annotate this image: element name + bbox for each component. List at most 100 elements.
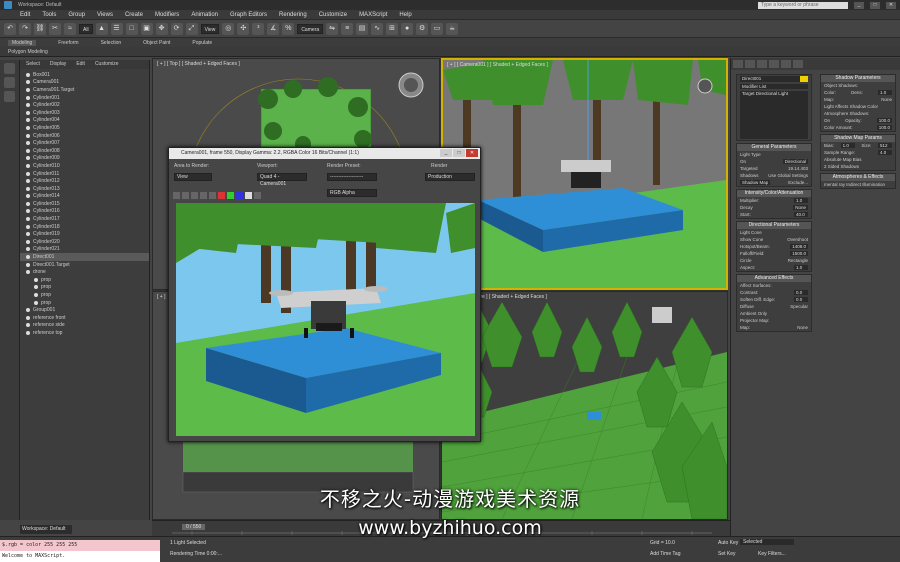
manipulate-icon[interactable]: ✣ — [237, 22, 250, 35]
key-filters-button[interactable]: Key Filters... — [758, 551, 786, 557]
scene-object-item[interactable]: Cylinder008 — [20, 147, 149, 155]
exclude-button[interactable]: Exclude... — [788, 180, 808, 185]
scene-object-item[interactable]: Cylinder018 — [20, 223, 149, 231]
scene-object-item[interactable]: Cylinder014 — [20, 193, 149, 201]
advanced-effects-title[interactable]: Advanced Effects — [737, 275, 811, 282]
menu-graph-editors[interactable]: Graph Editors — [230, 12, 267, 18]
opacity-spinner[interactable]: 100.0 — [876, 118, 892, 123]
map-checkbox[interactable]: Map: — [740, 325, 750, 330]
snaps-icon[interactable]: ³ — [252, 22, 265, 35]
scene-object-item[interactable]: prop — [20, 284, 149, 292]
scene-object-item[interactable]: Box001 — [20, 71, 149, 79]
visibility-icon[interactable] — [26, 239, 30, 244]
pivot-icon[interactable]: ◎ — [222, 22, 235, 35]
scene-object-item[interactable]: Cylinder004 — [20, 117, 149, 125]
se-menu-select[interactable]: Select — [26, 60, 40, 69]
tab-modeling[interactable]: Modeling — [8, 39, 37, 46]
viewport-camera[interactable]: [ + ] [ Camera001 ] [ Shaded + Edged Fac… — [441, 58, 728, 290]
undo-icon[interactable]: ↶ — [4, 22, 16, 35]
visibility-icon[interactable] — [26, 201, 30, 206]
aspect-spinner[interactable]: 1.0 — [794, 265, 808, 270]
atmosphere-effect-item[interactable]: mental ray Indirect Illumination — [824, 182, 885, 187]
multiplier-spinner[interactable]: 1.0 — [794, 198, 808, 203]
scene-object-item[interactable]: Cylinder002 — [20, 101, 149, 109]
scene-object-item[interactable]: reference side — [20, 322, 149, 330]
add-time-tag-button[interactable]: Add Time Tag — [650, 551, 680, 557]
utilities-tab-icon[interactable] — [793, 60, 803, 68]
show-cone-checkbox[interactable]: Show Cone — [740, 237, 763, 242]
decay-type-dropdown[interactable]: None — [793, 205, 808, 210]
scene-object-item[interactable]: Group001 — [20, 306, 149, 314]
scene-object-item[interactable]: Cylinder012 — [20, 177, 149, 185]
redo-icon[interactable]: ↷ — [19, 22, 31, 35]
rendered-frame-icon[interactable]: ▭ — [431, 22, 444, 35]
select-object-icon[interactable]: ▲ — [95, 22, 108, 35]
viewport-left-label[interactable]: [ + ] — [157, 294, 165, 300]
visibility-icon[interactable] — [26, 103, 30, 108]
atmospheres-title[interactable]: Atmospheres & Effects — [821, 174, 895, 181]
menu-edit[interactable]: Edit — [20, 12, 30, 18]
alpha-channel-icon[interactable] — [245, 192, 252, 199]
viewport-camera-label[interactable]: [ + ] [ Camera001 ] [ Shaded + Edged Fac… — [447, 62, 548, 68]
scene-object-item[interactable]: Direct001 — [20, 253, 149, 261]
menu-maxscript[interactable]: MAXScript — [359, 12, 387, 18]
contrast-spinner[interactable]: 0.0 — [794, 290, 808, 295]
visibility-icon[interactable] — [26, 179, 30, 184]
visibility-icon[interactable] — [26, 330, 30, 335]
light-affects-shadow-checkbox[interactable]: Light Affects Shadow Color — [824, 104, 878, 109]
scale-icon[interactable]: ⤢ — [185, 22, 198, 35]
scene-object-item[interactable]: Cylinder006 — [20, 132, 149, 140]
scene-object-item[interactable]: prop — [20, 299, 149, 307]
clear-icon[interactable] — [209, 192, 216, 199]
modifier-list-dropdown[interactable]: Modifier List — [740, 84, 808, 89]
render-mode-dropdown[interactable]: Production — [425, 173, 475, 181]
menu-animation[interactable]: Animation — [191, 12, 218, 18]
visibility-icon[interactable] — [26, 156, 30, 161]
visibility-icon[interactable] — [26, 224, 30, 229]
render-setup-icon[interactable]: ⚙ — [416, 22, 429, 35]
soften-spinner[interactable]: 0.0 — [794, 297, 808, 302]
visibility-icon[interactable] — [26, 72, 30, 77]
shadow-map-none-button[interactable]: None — [881, 97, 892, 102]
rf-close-button[interactable]: ✕ — [466, 149, 478, 157]
modify-tab-icon[interactable] — [745, 60, 755, 68]
scene-explorer-toggle-icon[interactable] — [4, 63, 15, 74]
motion-tab-icon[interactable] — [769, 60, 779, 68]
auto-key-button[interactable]: Auto Key — [718, 540, 738, 546]
targeted-checkbox[interactable]: Targeted — [740, 166, 758, 171]
visibility-icon[interactable] — [26, 95, 30, 100]
scene-object-item[interactable]: Cylinder003 — [20, 109, 149, 117]
app-logo-icon[interactable] — [4, 1, 12, 9]
visibility-icon[interactable] — [34, 277, 38, 282]
scene-object-item[interactable]: Cylinder010 — [20, 162, 149, 170]
scene-object-item[interactable]: reference front — [20, 314, 149, 322]
visibility-icon[interactable] — [26, 323, 30, 328]
clone-window-icon[interactable] — [191, 192, 198, 199]
maxscript-input-line[interactable]: Welcome to MAXScript. — [0, 551, 160, 562]
scene-object-item[interactable]: Cylinder021 — [20, 246, 149, 254]
reference-coord-dropdown[interactable]: View — [200, 23, 220, 34]
scene-object-item[interactable]: Cylinder019 — [20, 230, 149, 238]
ambient-only-checkbox[interactable]: Ambient Only — [740, 311, 767, 316]
menu-views[interactable]: Views — [97, 12, 113, 18]
directional-parameters-title[interactable]: Directional Parameters — [737, 222, 811, 229]
se-menu-display[interactable]: Display — [50, 60, 66, 69]
print-icon[interactable] — [200, 192, 207, 199]
absolute-bias-checkbox[interactable]: Absolute Map Bias — [824, 157, 862, 162]
visibility-icon[interactable] — [26, 148, 30, 153]
intensity-title[interactable]: Intensity/Color/Attenuation — [737, 190, 811, 197]
rf-minimize-button[interactable]: _ — [440, 149, 452, 157]
green-channel-icon[interactable] — [227, 192, 234, 199]
layer-icon[interactable]: ▤ — [356, 22, 369, 35]
scene-object-item[interactable]: Cylinder013 — [20, 185, 149, 193]
menu-group[interactable]: Group — [68, 12, 85, 18]
scene-object-item[interactable]: Cylinder015 — [20, 200, 149, 208]
move-icon[interactable]: ✥ — [155, 22, 168, 35]
scene-object-item[interactable]: Cylinder005 — [20, 124, 149, 132]
sample-range-spinner[interactable]: 4.0 — [878, 150, 892, 155]
visibility-icon[interactable] — [26, 232, 30, 237]
general-parameters-title[interactable]: General Parameters — [737, 144, 811, 151]
scene-object-item[interactable]: Cylinder001 — [20, 94, 149, 102]
link-icon[interactable]: ⛓ — [34, 22, 46, 35]
visibility-icon[interactable] — [26, 308, 30, 313]
